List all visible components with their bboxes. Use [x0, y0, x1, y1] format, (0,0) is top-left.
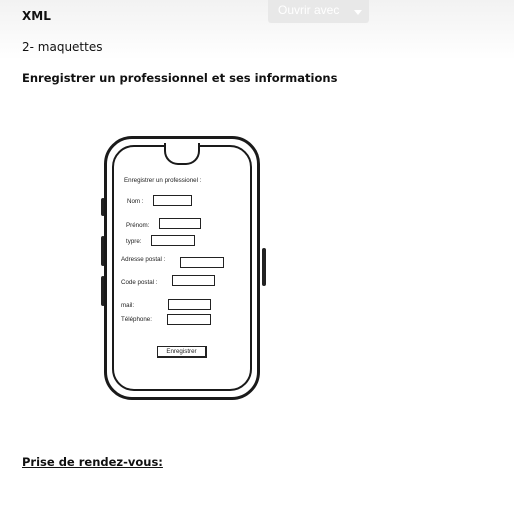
mockup-input-type [151, 235, 195, 246]
document-title: XML [22, 9, 51, 23]
mockup-label-type: typre: [126, 238, 142, 245]
mockup-input-adresse [180, 257, 224, 268]
section-heading-rendez-vous: Prise de rendez-vous: [22, 455, 163, 469]
mockup-label-adresse: Adresse postal : [121, 256, 166, 263]
mockup-input-nom [153, 195, 192, 206]
mockup-label-prenom: Prénom: [126, 222, 150, 229]
mockup-label-nom: Nom : [127, 198, 144, 205]
mockup-label-mail: mail: [121, 302, 135, 309]
phone-mockup-image: Enregistrer un professionel : Nom : Prén… [100, 136, 270, 404]
open-with-button[interactable]: Ouvrir avec [268, 0, 369, 23]
mockup-input-prenom [159, 218, 201, 229]
mockup-form-title: Enregistrer un professionel : [124, 177, 202, 184]
mockup-input-code-postal [172, 275, 215, 286]
mockup-submit-button: Enregistrer [157, 346, 207, 358]
mockup-input-mail [168, 299, 211, 310]
doc-line-enregistrer: Enregistrer un professionnel et ses info… [22, 71, 338, 85]
mockup-label-code-postal: Code postal : [121, 279, 158, 286]
mockup-label-telephone: Téléphone: [121, 316, 152, 323]
doc-line-maquettes: 2- maquettes [22, 40, 103, 54]
mockup-input-telephone [167, 314, 211, 325]
mockup-form: Enregistrer un professionel : Nom : Prén… [100, 136, 270, 404]
chevron-down-icon [354, 10, 362, 15]
open-with-label: Ouvrir avec [278, 3, 340, 17]
